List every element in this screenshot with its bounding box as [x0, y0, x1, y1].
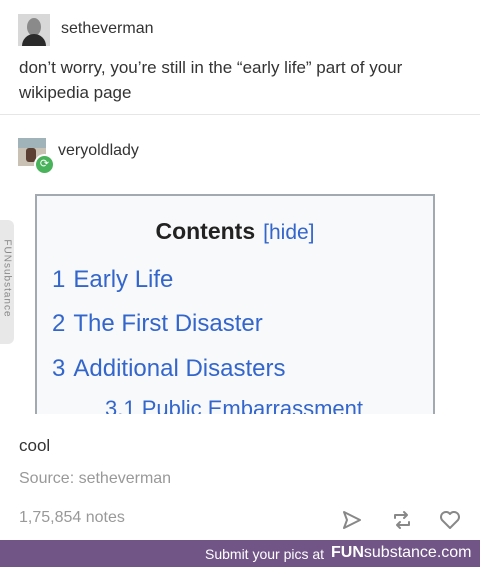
toc-subitem: 3.1 Public Embarrassment: [105, 396, 363, 414]
share-icon[interactable]: [340, 508, 364, 532]
toc-item: 1 Early Life: [52, 266, 173, 294]
brand-rest: substance.com: [363, 544, 472, 561]
toc-label: Additional Disasters: [73, 355, 286, 382]
toc-label: The First Disaster: [73, 310, 263, 337]
contents-heading: Contents: [155, 218, 256, 244]
brand-bold: FUN: [331, 544, 364, 561]
footer-text: Submit your pics at: [205, 546, 325, 562]
hide-link: [hide]: [263, 221, 315, 244]
reblogger-username[interactable]: veryoldlady: [58, 142, 139, 160]
contents-title: Contents [hide]: [37, 218, 433, 245]
notes-count[interactable]: 1,75,854 notes: [19, 509, 125, 527]
heart-icon[interactable]: [438, 508, 462, 532]
post-card: setheverman don’t worry, you’re still in…: [0, 0, 480, 540]
op-username[interactable]: setheverman: [61, 20, 154, 38]
reblog-icon[interactable]: [390, 508, 414, 532]
avatar-shoulders: [22, 34, 46, 46]
op-text: don’t worry, you’re still in the “early …: [19, 58, 403, 102]
toc-number: 3: [52, 355, 66, 382]
source-link[interactable]: Source: setheverman: [19, 470, 171, 488]
toc-item: 3 Additional Disasters: [52, 355, 285, 383]
toc-number: 2: [52, 310, 66, 337]
comment-text: cool: [19, 436, 51, 455]
footer-brand[interactable]: FUNsubstance.com: [331, 544, 472, 562]
toc-item: 2 The First Disaster: [52, 310, 263, 338]
toc-number: 1: [52, 266, 66, 293]
toc-label: Early Life: [73, 266, 174, 293]
watermark: FUNsubstance: [0, 220, 14, 344]
avatar[interactable]: [18, 14, 50, 46]
wiki-contents-screenshot: Contents [hide] 1 Early Life 2 The First Di…: [35, 194, 435, 414]
footer-banner[interactable]: Submit your pics at FUNsubstance.com: [0, 540, 480, 567]
reblog-icon: ⟳: [34, 154, 55, 175]
avatar-sky: [18, 138, 46, 148]
divider: [0, 114, 480, 115]
watermark-text: FUNsubstance: [1, 239, 13, 318]
